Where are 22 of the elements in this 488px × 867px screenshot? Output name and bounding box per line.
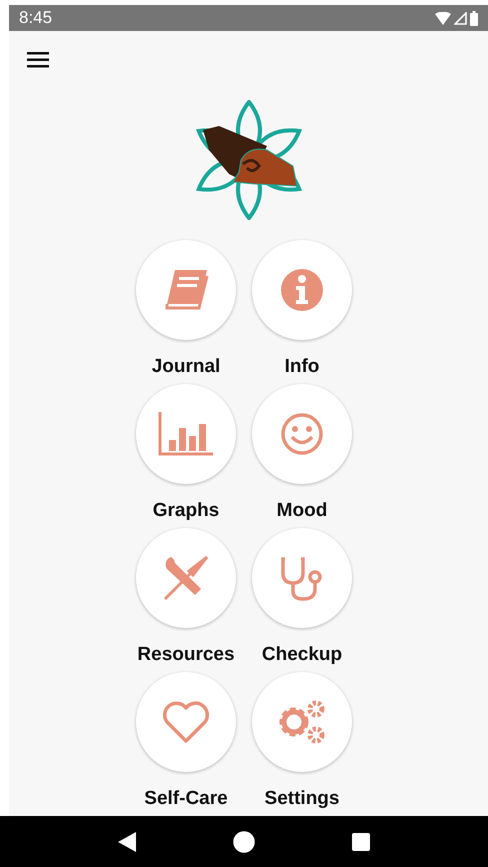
smiley-icon — [280, 412, 324, 456]
wrench-screwdriver-icon — [163, 555, 209, 602]
signal-icon — [454, 12, 467, 25]
wifi-icon — [435, 12, 451, 25]
book-icon — [163, 268, 209, 312]
tile-label: Mood — [276, 499, 328, 524]
tile-label: Resources — [137, 643, 235, 668]
tile-label: Settings — [264, 787, 340, 812]
recents-icon[interactable] — [352, 832, 370, 851]
bar-chart-icon — [158, 412, 214, 456]
status-time: 8:45 — [19, 7, 52, 30]
home-icon[interactable] — [232, 830, 255, 853]
tile-label: Info — [284, 355, 320, 380]
tile-label: Graphs — [152, 499, 220, 524]
tile-label: Self-Care — [144, 787, 228, 812]
back-icon[interactable] — [118, 832, 136, 852]
menu-icon[interactable] — [27, 52, 49, 68]
info-icon — [280, 268, 324, 312]
heart-icon — [162, 701, 210, 744]
tile-label: Checkup — [262, 643, 342, 668]
battery-icon — [470, 10, 478, 26]
tile-label: Journal — [152, 355, 220, 380]
